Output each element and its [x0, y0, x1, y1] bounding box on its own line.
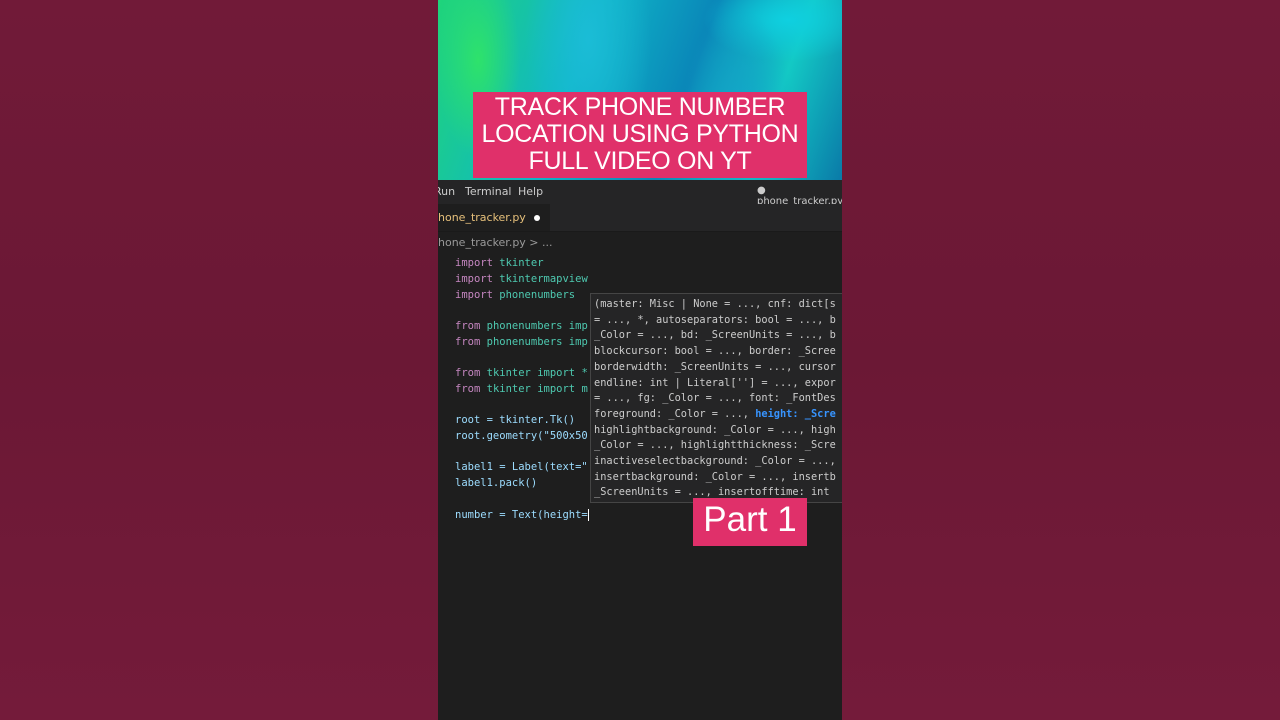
- hint-line: foreground: _Color = ..., height: _Scre: [594, 407, 836, 420]
- menu-bar: Run Terminal Help ● phone_tracker.py: [438, 180, 842, 207]
- menu-item-help[interactable]: Help: [518, 185, 543, 198]
- hint-line: _Color = ..., bd: _ScreenUnits = ..., b: [594, 329, 836, 342]
- breadcrumb[interactable]: hone_tracker.py > ...: [438, 236, 553, 249]
- hint-line: _ScreenUnits = ..., insertofftime: int: [594, 486, 830, 499]
- banner-line-1: TRACK PHONE NUMBER: [494, 93, 786, 121]
- hint-line: blockcursor: bool = ..., border: _Scree: [594, 345, 836, 358]
- hint-line: _Color = ..., highlightthickness: _Scre: [594, 439, 836, 452]
- banner-line-3: FULL VIDEO ON YT: [528, 147, 752, 175]
- code-line: label1.pack(): [455, 477, 538, 489]
- hint-active-parameter: height: _Scre: [755, 407, 836, 420]
- code-line: import tkinter: [455, 257, 544, 269]
- menu-item-run[interactable]: Run: [438, 185, 455, 198]
- background-left: [0, 0, 438, 720]
- hint-line: (master: Misc | None = ..., cnf: dict[s: [594, 298, 836, 310]
- hint-line: insertbackground: _Color = ..., insertb: [594, 470, 836, 483]
- banner-line-2: LOCATION USING PYTHON: [481, 120, 799, 148]
- tab-bar: hone_tracker.py: [438, 204, 842, 232]
- code-line: from phonenumbers imp: [455, 320, 588, 332]
- hint-line: inactiveselectbackground: _Color = ...,: [594, 455, 836, 467]
- hint-line: = ..., fg: _Color = ..., font: _FontDes: [594, 392, 836, 405]
- tab-phone-tracker[interactable]: hone_tracker.py: [438, 204, 550, 231]
- code-line: label1 = Label(text=": [455, 461, 588, 473]
- title-banner: TRACK PHONE NUMBER LOCATION USING PYTHON…: [473, 92, 807, 178]
- code-line: from tkinter import *: [455, 367, 588, 379]
- hint-line: endline: int | Literal[''] = ..., expor: [594, 376, 836, 389]
- tab-label: hone_tracker.py: [438, 211, 526, 224]
- part-label: Part 1: [693, 498, 807, 546]
- text-cursor: [587, 509, 589, 521]
- code-line: import phonenumbers: [455, 289, 576, 301]
- code-line: from phonenumbers imp: [455, 336, 588, 348]
- menu-item-terminal[interactable]: Terminal: [465, 185, 512, 198]
- hint-line: borderwidth: _ScreenUnits = ..., cursor: [594, 360, 836, 373]
- hint-line: = ..., *, autoseparators: bool = ..., b: [594, 313, 836, 326]
- code-line: root = tkinter.Tk(): [455, 414, 576, 426]
- code-line: number = Text(height=: [455, 509, 589, 521]
- hint-line: highlightbackground: _Color = ..., high: [594, 423, 836, 436]
- background-right: [842, 0, 1280, 720]
- signature-help-popup: (master: Misc | None = ..., cnf: dict[s =…: [590, 293, 842, 503]
- unsaved-dot-icon[interactable]: [533, 215, 540, 221]
- code-line: import tkintermapview: [455, 273, 588, 285]
- video-frame: TRACK PHONE NUMBER LOCATION USING PYTHON…: [438, 0, 842, 720]
- code-line: root.geometry("500x50: [455, 430, 588, 442]
- code-line: from tkinter import m: [455, 383, 588, 395]
